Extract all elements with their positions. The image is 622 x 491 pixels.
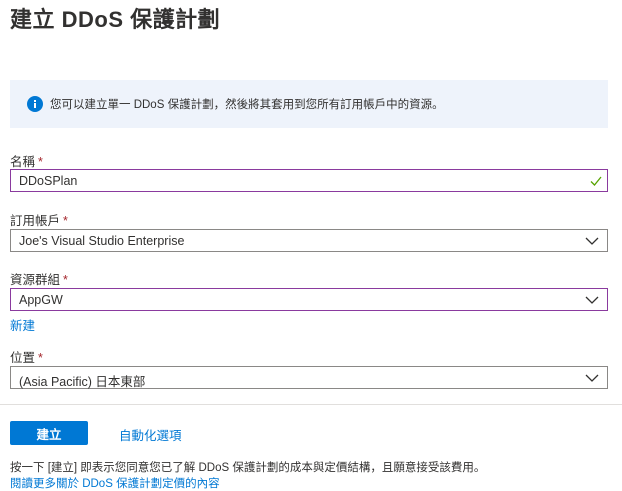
page-title: 建立 DDoS 保護計劃 (10, 7, 221, 32)
info-text: 您可以建立單一 DDoS 保護計劃，然後將其套用到您所有訂用帳戶中的資源。 (50, 99, 444, 111)
name-label: 名稱 * (10, 155, 43, 169)
required-marker: * (38, 155, 43, 169)
location-value: (Asia Pacific) 日本東部 (19, 375, 146, 389)
resource-group-label: 資源群組 * (10, 273, 68, 287)
subscription-label: 訂用帳戶 * (10, 214, 68, 228)
automation-options-link[interactable]: 自動化選項 (119, 425, 182, 444)
chevron-down-icon (585, 237, 599, 245)
required-marker: * (63, 214, 68, 228)
resource-group-value: AppGW (19, 293, 63, 307)
info-icon (27, 96, 43, 112)
chevron-down-icon (585, 374, 599, 382)
create-button[interactable]: 建立 (10, 421, 88, 445)
terms-text: 按一下 [建立] 即表示您同意您已了解 DDoS 保護計劃的成本與定價結構，且願… (10, 462, 486, 474)
subscription-value: Joe's Visual Studio Enterprise (19, 234, 185, 248)
subscription-dropdown[interactable]: Joe's Visual Studio Enterprise (10, 229, 608, 252)
resource-group-dropdown[interactable]: AppGW (10, 288, 608, 311)
location-dropdown[interactable]: (Asia Pacific) 日本東部 (10, 366, 608, 389)
name-input[interactable]: DDoSPlan (10, 169, 608, 192)
pricing-info-link[interactable]: 閱讀更多關於 DDoS 保護計劃定價的內容 (10, 475, 220, 491)
create-new-resource-group-link[interactable]: 新建 (10, 315, 35, 334)
checkmark-icon (590, 176, 602, 186)
name-input-value: DDoSPlan (19, 174, 78, 188)
footer-divider (0, 404, 622, 405)
location-label: 位置 * (10, 351, 43, 365)
required-marker: * (38, 351, 43, 365)
info-banner: 您可以建立單一 DDoS 保護計劃，然後將其套用到您所有訂用帳戶中的資源。 (10, 80, 608, 128)
required-marker: * (63, 273, 68, 287)
chevron-down-icon (585, 296, 599, 304)
